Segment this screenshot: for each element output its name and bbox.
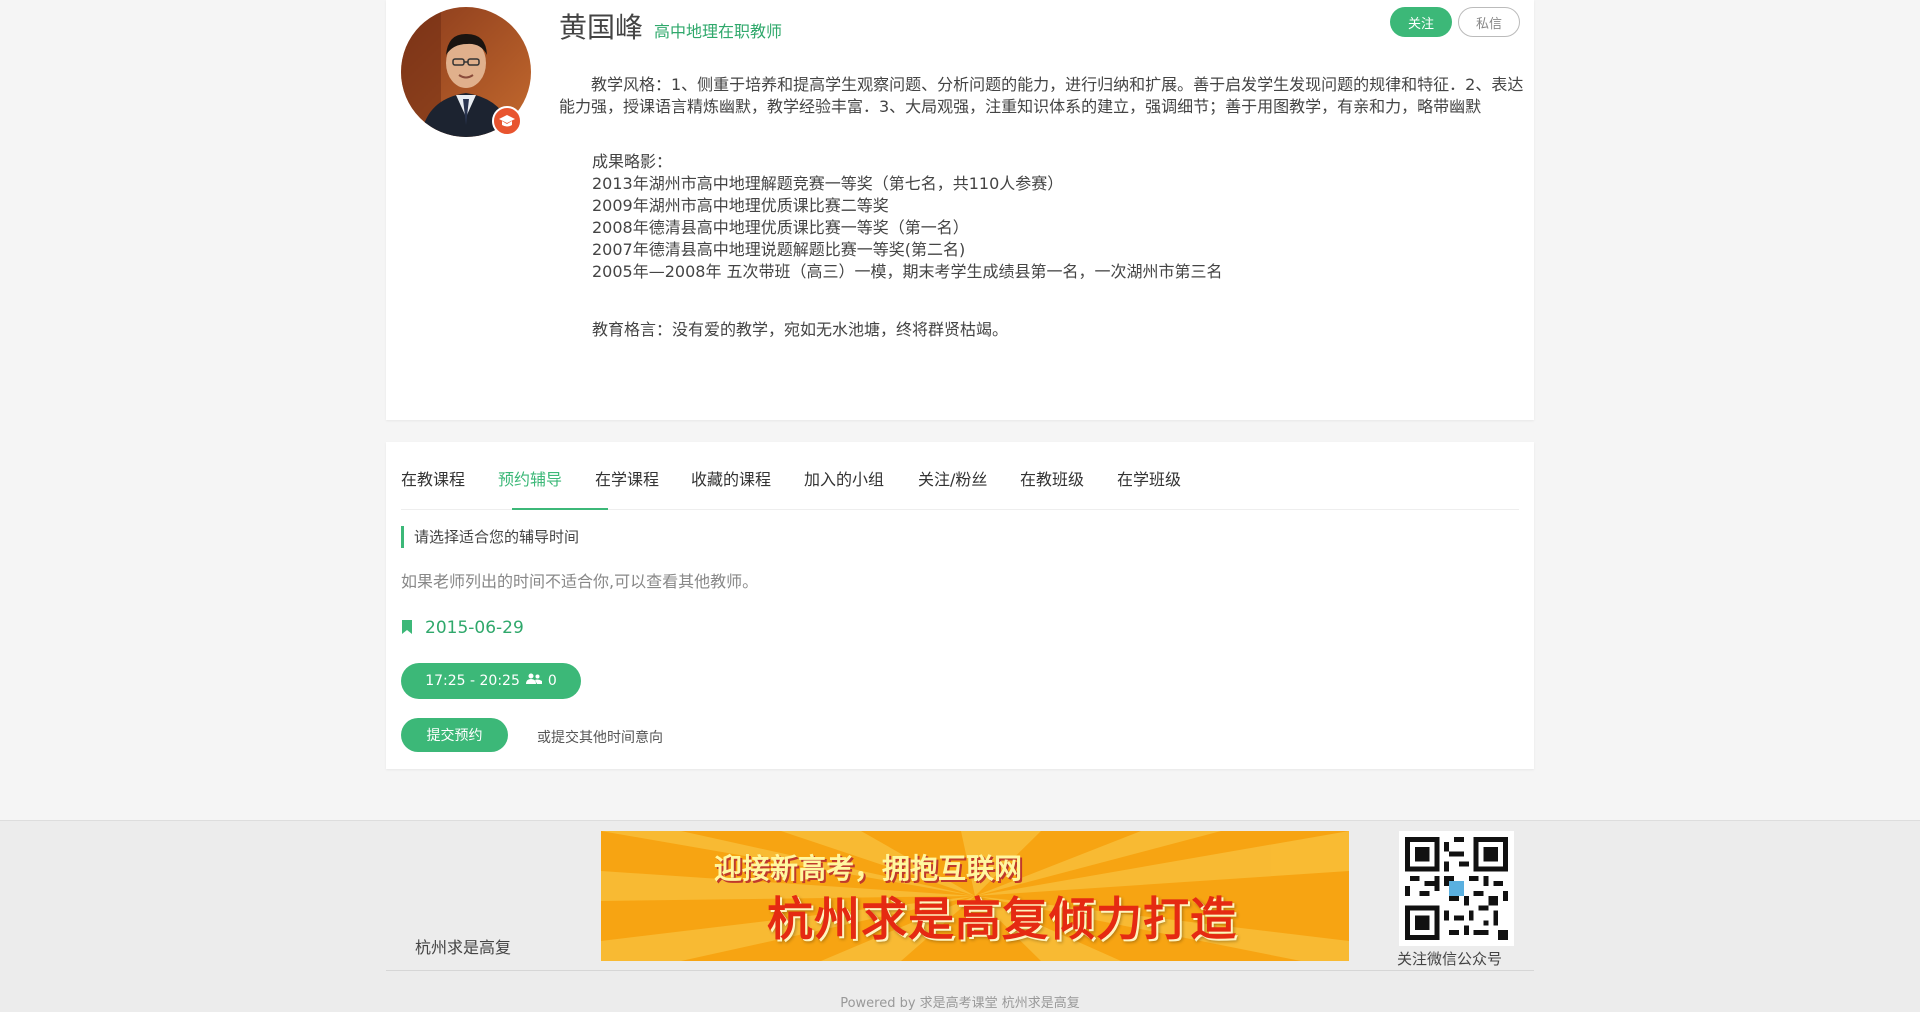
submit-booking-button[interactable]: 提交预约 [401, 718, 508, 752]
slot-count: 0 [547, 673, 557, 689]
submit-other-time-link[interactable]: 或提交其他时间意向 [537, 727, 663, 747]
slot-time: 17:25 - 20:25 [425, 673, 520, 689]
achievements-title: 成果略影： [592, 152, 673, 171]
booking-date-row: 2015-06-29 [401, 618, 524, 638]
teacher-badge-icon [492, 106, 522, 136]
qr-caption: 关注微信公众号 [1397, 950, 1503, 968]
tab-book-tutoring[interactable]: 预约辅导 [498, 466, 562, 490]
active-tab-indicator [512, 508, 608, 510]
teacher-name: 黄国峰 [559, 11, 644, 44]
promo-banner[interactable]: 迎接新高考，拥抱互联网 杭州求是高复倾力打造 [601, 831, 1349, 961]
teacher-role: 高中地理在职教师 [654, 22, 783, 41]
wechat-qr-code [1399, 831, 1514, 946]
teaching-style-text: 教学风格：1、侧重于培养和提高学生观察问题、分析问题的能力，进行归纳和扩展。善于… [559, 75, 1524, 116]
footer-divider [386, 970, 1534, 971]
achievement-item: 2005年—2008年 五次带班（高三）一模，期末考学生成绩县第一名，一次湖州市… [592, 262, 1223, 281]
tab-joined-groups[interactable]: 加入的小组 [804, 466, 884, 490]
booking-hint: 如果老师列出的时间不适合你,可以查看其他教师。 [401, 572, 759, 591]
bookmark-icon [401, 619, 413, 638]
booking-date: 2015-06-29 [425, 618, 524, 638]
tab-learning-classes[interactable]: 在学班级 [1117, 466, 1181, 490]
achievement-item: 2013年湖州市高中地理解题竞赛一等奖（第七名，共110人参赛） [592, 174, 1064, 193]
tabs-card: 在教课程 预约辅导 在学课程 收藏的课程 加入的小组 关注/粉丝 在教班级 在学… [386, 442, 1534, 769]
achievement-item: 2007年德清县高中地理说题解题比赛一等奖(第二名) [592, 240, 966, 259]
achievement-item: 2008年德清县高中地理优质课比赛一等奖（第一名） [592, 218, 969, 237]
tab-learning-courses[interactable]: 在学课程 [595, 466, 659, 490]
achievements-list: 成果略影： 2013年湖州市高中地理解题竞赛一等奖（第七名，共110人参赛） 2… [592, 151, 1223, 283]
tab-teaching-courses[interactable]: 在教课程 [401, 466, 465, 490]
section-title: 请选择适合您的辅导时间 [401, 526, 579, 548]
teaching-motto: 教育格言：没有爱的教学，宛如无水池塘，终将群贤枯竭。 [592, 320, 1009, 339]
follow-button[interactable]: 关注 [1390, 7, 1452, 37]
achievement-item: 2009年湖州市高中地理优质课比赛二等奖 [592, 196, 889, 215]
profile-tabs: 在教课程 预约辅导 在学课程 收藏的课程 加入的小组 关注/粉丝 在教班级 在学… [401, 442, 1519, 510]
banner-headline: 迎接新高考，拥抱互联网 [714, 852, 1023, 885]
teacher-profile-card: 黄国峰 高中地理在职教师 关注 私信 教学风格：1、侧重于培养和提高学生观察问题… [386, 0, 1534, 420]
footer-brand: 杭州求是高复 [415, 938, 512, 957]
powered-by-text: Powered by 求是高考课堂 杭州求是高复 [840, 996, 1080, 1011]
message-button[interactable]: 私信 [1458, 7, 1520, 37]
people-icon [525, 673, 542, 689]
time-slot-button[interactable]: 17:25 - 20:25 0 [401, 663, 581, 699]
tab-follow-fans[interactable]: 关注/粉丝 [918, 466, 987, 490]
tab-favorite-courses[interactable]: 收藏的课程 [691, 466, 771, 490]
tab-teaching-classes[interactable]: 在教班级 [1020, 466, 1084, 490]
banner-slogan: 杭州求是高复倾力打造 [767, 892, 1237, 946]
